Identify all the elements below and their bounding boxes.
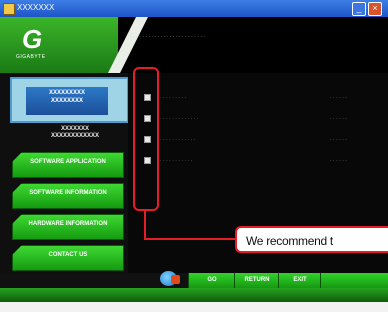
exit-button[interactable]: EXIT [278,273,321,288]
nav-contact-us[interactable]: CONTACT US [12,245,124,271]
installer-window: XXXXXXX _ × G GIGABYTE · · · · · · · · ·… [0,0,388,302]
callout-text: We recommend t [246,234,333,248]
driver-version: · · · · · · [330,95,347,101]
install-subtitle: XXXXXXX XXXXXXXXXXXX [50,126,100,139]
nav-software-information[interactable]: SOFTWARE INFORMATION [12,183,124,209]
driver-version: · · · · · · [330,137,347,143]
return-button[interactable]: RETURN [234,273,279,288]
driver-name: · · · · · · · · · · · [160,158,193,164]
driver-version: · · · · · · [330,158,347,164]
logo-letter: G [22,24,43,54]
driver-name: · · · · · · · · · · · · [160,137,196,143]
checkbox-highlight-box [133,67,159,211]
minimize-button[interactable]: _ [352,2,366,16]
header-text: · · · · · · · · · · · · · · · · · · · · … [130,34,205,40]
close-button[interactable]: × [368,2,382,16]
nav-hardware-information[interactable]: HARDWARE INFORMATION [12,214,124,240]
active-tab-label: XXXXXXXXX XXXXXXXX [26,87,108,115]
window-title: XXXXXXX [17,3,55,12]
nav-software-application[interactable]: SOFTWARE APPLICATION [12,152,124,178]
tab-install-drivers[interactable]: XXXXXXXXX XXXXXXXX [10,77,129,123]
driver-version: · · · · · · [330,116,347,122]
recommendation-callout: We recommend t [235,226,388,253]
footer-band [0,288,388,302]
go-button[interactable]: GO [188,273,235,288]
title-bar: XXXXXXX _ × [0,0,388,17]
logo-subtitle: GIGABYTE [16,54,46,60]
bottom-bar-filler [320,273,388,288]
callout-connector-vertical [144,211,146,240]
app-icon [3,3,15,15]
gigabyte-logo: G GIGABYTE [14,22,58,62]
driver-name: · · · · · · · · · · · · · [160,116,199,122]
callout-connector-horizontal [144,238,236,240]
driver-name: · · · · · · · · · [160,95,187,101]
flag-icon [171,275,180,284]
